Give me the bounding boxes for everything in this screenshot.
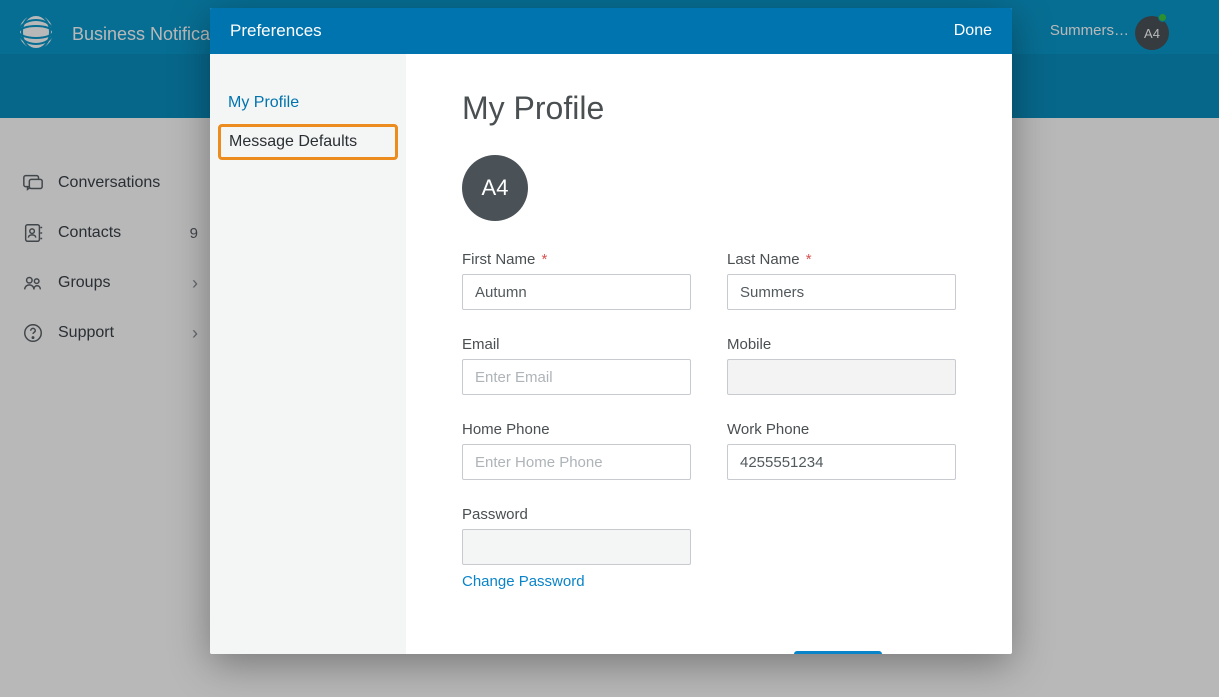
last-name-label: Last Name * (727, 251, 956, 268)
last-name-input[interactable] (727, 274, 956, 310)
save-button[interactable]: Save (794, 651, 882, 654)
email-input[interactable] (462, 359, 691, 395)
work-phone-label: Work Phone (727, 421, 956, 438)
preferences-modal: Preferences Done My Profile Message Defa… (210, 8, 1012, 654)
modal-title: Preferences (230, 21, 322, 41)
password-input[interactable] (462, 529, 691, 565)
profile-avatar[interactable]: A4 (462, 155, 528, 221)
email-label: Email (462, 336, 691, 353)
field-work-phone: Work Phone (727, 421, 956, 480)
first-name-label: First Name * (462, 251, 691, 268)
page-title: My Profile (462, 90, 956, 127)
mobile-input[interactable] (727, 359, 956, 395)
form-actions: Save Cancel (462, 651, 956, 654)
modal-nav-my-profile[interactable]: My Profile (210, 86, 406, 120)
first-name-input[interactable] (462, 274, 691, 310)
field-last-name: Last Name * (727, 251, 956, 310)
home-phone-label: Home Phone (462, 421, 691, 438)
field-first-name: First Name * (462, 251, 691, 310)
field-mobile: Mobile (727, 336, 956, 395)
field-email: Email (462, 336, 691, 395)
modal-sidebar: My Profile Message Defaults (210, 54, 406, 654)
home-phone-input[interactable] (462, 444, 691, 480)
modal-content: My Profile A4 First Name * Last Name * E… (406, 54, 1012, 654)
field-home-phone: Home Phone (462, 421, 691, 480)
password-label: Password (462, 506, 691, 523)
field-password: Password Change Password (462, 506, 691, 591)
modal-nav-message-defaults[interactable]: Message Defaults (218, 124, 398, 160)
change-password-link[interactable]: Change Password (462, 573, 585, 590)
done-button[interactable]: Done (954, 22, 992, 40)
modal-header: Preferences Done (210, 8, 1012, 54)
mobile-label: Mobile (727, 336, 956, 353)
work-phone-input[interactable] (727, 444, 956, 480)
